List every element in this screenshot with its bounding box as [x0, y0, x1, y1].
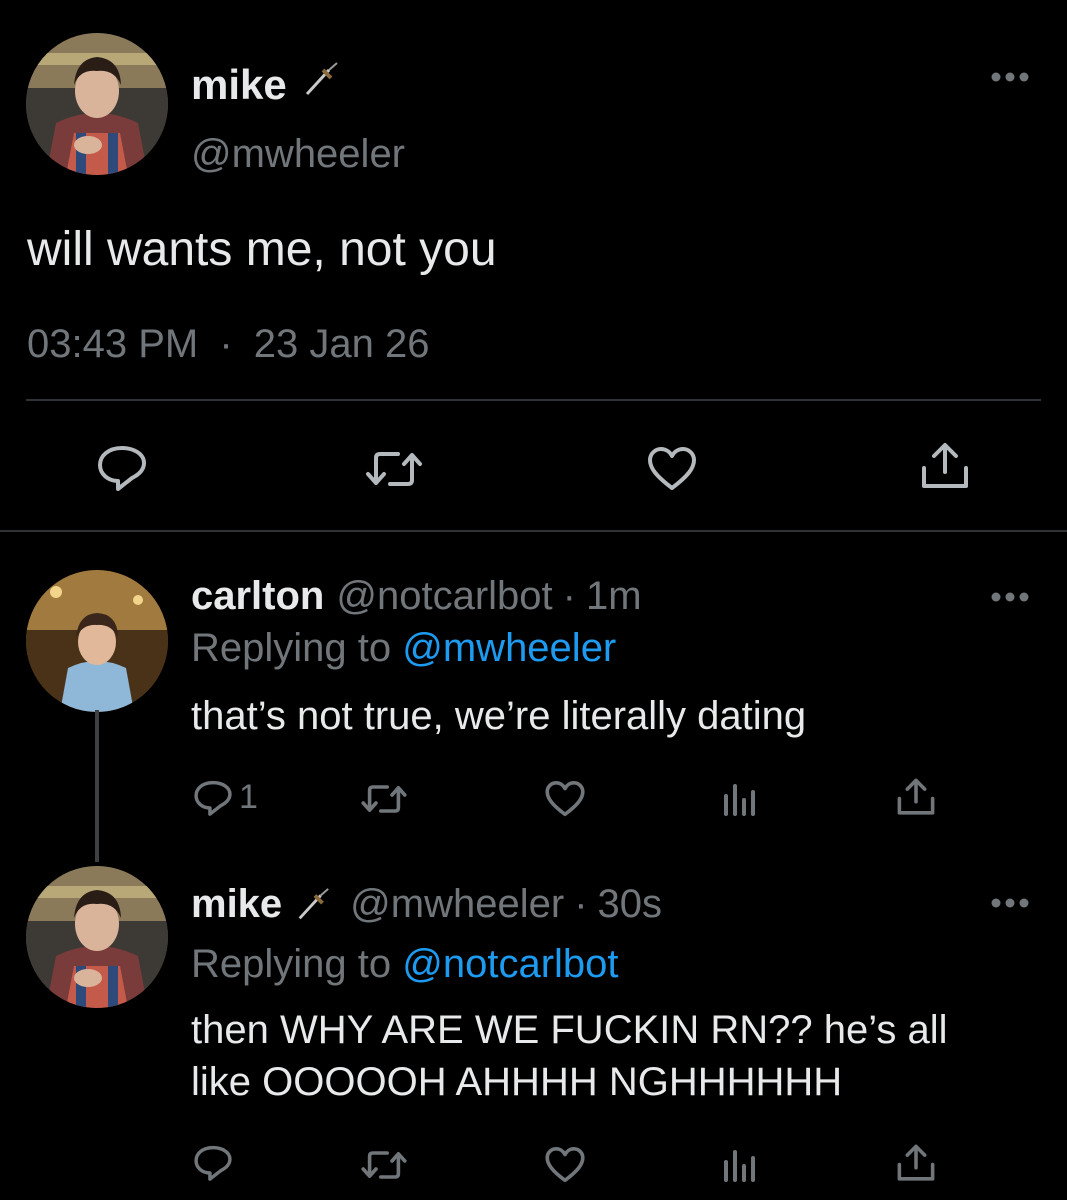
- retweet-button[interactable]: [364, 448, 424, 490]
- analytics-icon: [722, 782, 758, 816]
- reply-text-line: then WHY ARE WE FUCKIN RN?? he’s all: [191, 1008, 948, 1052]
- retweet-button[interactable]: [360, 1148, 408, 1182]
- time-separator: ·: [219, 322, 233, 366]
- avatar[interactable]: [26, 866, 168, 1008]
- like-button[interactable]: [544, 780, 586, 818]
- analytics-button[interactable]: [722, 1148, 758, 1182]
- like-button[interactable]: [646, 446, 698, 492]
- reply-button[interactable]: [96, 444, 148, 492]
- replying-prefix: Replying to: [191, 942, 392, 986]
- retweet-icon: [360, 782, 408, 816]
- tweet-date: 23 Jan 26: [253, 322, 430, 366]
- time-separator: ·: [562, 574, 576, 618]
- time-separator: ·: [574, 882, 588, 926]
- replying-to: Replying to @mwheeler: [191, 626, 616, 671]
- reply-text-line: that’s not true, we’re literally dating: [191, 694, 807, 738]
- retweet-icon: [364, 448, 424, 490]
- author-name[interactable]: mike: [191, 60, 341, 110]
- heart-icon: [646, 446, 698, 492]
- reply-text-line: like OOOOOH AHHHH NGHHHHHH: [191, 1060, 843, 1104]
- mention-link[interactable]: @notcarlbot: [402, 942, 618, 986]
- more-icon[interactable]: [990, 70, 1030, 89]
- reply-count: 1: [239, 778, 258, 816]
- reply-age: 1m: [585, 574, 642, 618]
- thread-line: [95, 710, 99, 862]
- analytics-icon: [722, 1148, 758, 1182]
- share-button[interactable]: [896, 1144, 936, 1182]
- avatar[interactable]: [26, 33, 168, 175]
- more-icon[interactable]: [990, 896, 1030, 915]
- main-tweet: mike @mwheeler will wants me, not you 03…: [0, 0, 1067, 532]
- dagger-icon: [294, 886, 332, 924]
- replying-to: Replying to @notcarlbot: [191, 942, 619, 987]
- share-icon: [920, 442, 970, 490]
- author-handle[interactable]: @mwheeler: [191, 132, 405, 177]
- analytics-button[interactable]: [722, 782, 758, 816]
- divider: [0, 530, 1067, 532]
- author-name[interactable]: mike: [191, 882, 282, 927]
- reply-header: mike @mwheeler · 30s: [191, 882, 662, 927]
- more-icon[interactable]: [990, 590, 1030, 609]
- author-name[interactable]: carlton: [191, 574, 324, 619]
- heart-icon: [544, 1146, 586, 1184]
- heart-icon: [544, 780, 586, 818]
- like-button[interactable]: [544, 1146, 586, 1184]
- share-button[interactable]: [896, 778, 936, 816]
- reply-text: that’s not true, we’re literally dating: [191, 690, 806, 742]
- author-name-text: mike: [191, 61, 287, 108]
- avatar[interactable]: [26, 570, 168, 712]
- retweet-icon: [360, 1148, 408, 1182]
- mention-link[interactable]: @mwheeler: [402, 626, 616, 670]
- reply-icon: [193, 1144, 233, 1182]
- reply-header: carlton @notcarlbot · 1m: [191, 574, 642, 619]
- share-button[interactable]: [920, 442, 970, 490]
- retweet-button[interactable]: [360, 782, 408, 816]
- share-icon: [896, 1144, 936, 1182]
- reply-age: 30s: [597, 882, 663, 926]
- reply-icon: [193, 779, 233, 817]
- author-handle[interactable]: @mwheeler: [350, 882, 564, 927]
- reply-button[interactable]: [193, 1144, 233, 1182]
- divider: [26, 399, 1041, 401]
- reply-button[interactable]: 1: [193, 778, 258, 817]
- tweet-text: will wants me, not you: [27, 223, 497, 276]
- author-handle[interactable]: @notcarlbot: [336, 574, 552, 619]
- replying-prefix: Replying to: [191, 626, 392, 670]
- share-icon: [896, 778, 936, 816]
- tweet-time: 03:43 PM: [27, 322, 199, 366]
- tweet-thread: mike @mwheeler will wants me, not you 03…: [0, 0, 1067, 1200]
- tweet-timestamp[interactable]: 03:43 PM · 23 Jan 26: [27, 322, 430, 367]
- reply-icon: [96, 444, 148, 492]
- reply-text: then WHY ARE WE FUCKIN RN?? he’s all lik…: [191, 1004, 948, 1108]
- dagger-icon: [301, 60, 341, 110]
